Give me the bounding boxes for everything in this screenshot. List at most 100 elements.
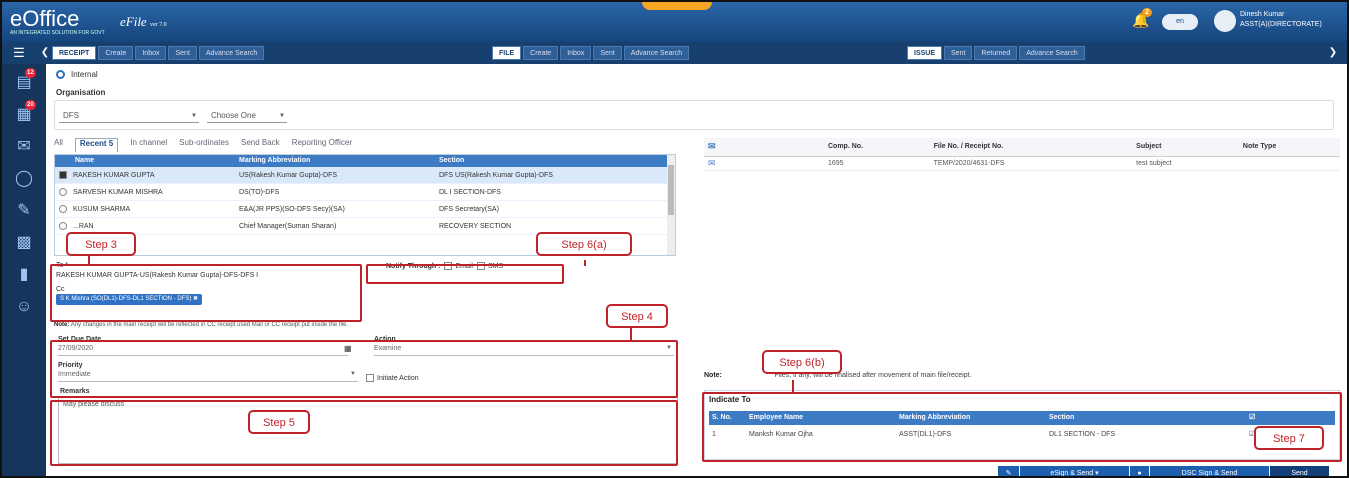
- step4-callout: Step 4: [606, 304, 668, 328]
- records-icon[interactable]: ▮: [13, 264, 35, 286]
- receipt-menu-icon[interactable]: ▤ 12: [13, 68, 36, 94]
- file-sent-link[interactable]: Sent: [593, 46, 622, 60]
- step4-connector: [630, 328, 632, 342]
- issue-returned-link[interactable]: Returned: [974, 46, 1018, 60]
- table-row[interactable]: ✉ 1695 TEMP/2020/4631-DFS test subject: [704, 156, 1340, 171]
- avatar[interactable]: [1214, 10, 1236, 32]
- tab-sub-ordinates[interactable]: Sub-ordinates: [179, 138, 229, 152]
- radio-icon[interactable]: [59, 171, 67, 179]
- col-section[interactable]: Section: [435, 155, 665, 167]
- receipt-nav-head[interactable]: RECEIPT: [52, 46, 97, 60]
- reports-icon[interactable]: ▩: [13, 232, 35, 254]
- file-nav: FILE Create Inbox Sent Advance Search: [492, 46, 690, 60]
- notification-count: 2: [1142, 8, 1152, 17]
- tab-in-channel[interactable]: In channel: [130, 138, 167, 152]
- radio-icon[interactable]: [59, 188, 67, 196]
- tab-send-back[interactable]: Send Back: [241, 138, 280, 152]
- row-name: RAKESH KUMAR GUPTA: [73, 171, 155, 179]
- step3-highlight: [50, 264, 362, 322]
- issue-nav-head[interactable]: ISSUE: [907, 46, 943, 60]
- dispatch-icon[interactable]: ✎: [13, 200, 35, 222]
- language-toggle[interactable]: en: [1162, 14, 1198, 30]
- col-subject[interactable]: Subject: [1132, 138, 1239, 157]
- radio-icon[interactable]: [59, 222, 67, 230]
- organisation-label: Organisation: [56, 88, 106, 97]
- tab-recent5[interactable]: Recent 5: [74, 138, 119, 152]
- logo-subtitle: AN INTEGRATED SOLUTION FOR GOVT: [10, 30, 105, 36]
- internal-radio-label: Internal: [71, 70, 98, 79]
- step6b-highlight: [702, 392, 1342, 462]
- hamburger-icon[interactable]: ☰: [10, 44, 28, 62]
- efile-logo: eFile ver 7.0: [120, 14, 167, 29]
- pen-icon[interactable]: ✎: [998, 466, 1020, 476]
- tab-all[interactable]: All: [54, 138, 63, 152]
- header-mail-icon[interactable]: ✉: [704, 138, 824, 157]
- file-menu-icon[interactable]: ▦ 20: [13, 100, 36, 126]
- step4-highlight: [50, 340, 678, 398]
- issue-sent-link[interactable]: Sent: [944, 46, 973, 60]
- grid-scrollbar[interactable]: [667, 155, 675, 255]
- users-icon[interactable]: ☺: [13, 296, 35, 318]
- app-frame: eOffice AN INTEGRATED SOLUTION FOR GOVT …: [0, 0, 1349, 478]
- user-designation: ASST(A)(DIRECTORATE): [1240, 21, 1322, 28]
- file-advance-search-link[interactable]: Advance Search: [623, 46, 690, 60]
- radio-icon[interactable]: [59, 205, 67, 213]
- internal-radio[interactable]: Internal: [56, 70, 98, 79]
- col-abbr[interactable]: Marking Abbreviation: [235, 155, 435, 167]
- send-button[interactable]: Send: [1270, 466, 1330, 476]
- row-section: DFS US(Rakesh Kumar Gupta)-DFS: [439, 172, 553, 179]
- top-bar: eOffice AN INTEGRATED SOLUTION FOR GOVT …: [2, 2, 1347, 42]
- row-abbr: US(Rakesh Kumar Gupta)-DFS: [239, 172, 338, 179]
- row-abbr: Chief Manager(Suman Sharan): [239, 223, 337, 230]
- col-name[interactable]: Name: [55, 155, 235, 167]
- col-note-type[interactable]: Note Type: [1238, 138, 1340, 157]
- step6b-connector: [792, 380, 794, 394]
- row-abbr: E&A(JR PPS)(SO-DFS Secy)(SA): [239, 206, 345, 213]
- issue-menu-icon[interactable]: ✉: [13, 136, 35, 158]
- sidebar: ▤ 12 ▦ 20 ✉ ◯ ✎ ▩ ▮ ☺: [2, 64, 46, 476]
- table-row[interactable]: SARVESH KUMAR MISHRA DS(TO)-DFS DL I SEC…: [55, 184, 675, 201]
- receipt-advance-search-link[interactable]: Advance Search: [198, 46, 265, 60]
- cell-note-type: [1238, 156, 1340, 171]
- row-abbr: DS(TO)-DFS: [239, 189, 280, 196]
- file-create-link[interactable]: Create: [523, 46, 559, 60]
- org-choose-select[interactable]: Choose One ▼: [207, 109, 287, 123]
- notification-bell-icon[interactable]: 🔔 2: [1132, 8, 1154, 32]
- user-info[interactable]: Dinesh Kumar ASST(A)(DIRECTORATE): [1240, 10, 1340, 30]
- step6b-callout: Step 6(b): [762, 350, 842, 374]
- issue-advance-search-link[interactable]: Advance Search: [1019, 46, 1085, 60]
- table-row[interactable]: KUSUM SHARMA E&A(JR PPS)(SO-DFS Secy)(SA…: [55, 201, 675, 218]
- row-section: DL I SECTION-DFS: [439, 189, 501, 196]
- grid-header: Name Marking Abbreviation Section: [55, 155, 675, 167]
- action-buttons: ✎ eSign & Send ▾ ● DSC Sign & Send Send: [998, 466, 1341, 476]
- receipt-sent-link[interactable]: Sent: [168, 46, 197, 60]
- row-name: KUSUM SHARMA: [73, 205, 131, 213]
- nav-bar: ☰ ❮ RECEIPT Create Inbox Sent Advance Se…: [2, 42, 1347, 64]
- receipt-inbox-link[interactable]: Inbox: [135, 46, 167, 60]
- recipient-tabs: All Recent 5 In channel Sub-ordinates Se…: [54, 138, 352, 152]
- org-select[interactable]: DFS ▼: [59, 109, 199, 123]
- step7-callout: Step 7: [1254, 426, 1324, 450]
- step5-highlight: [50, 400, 678, 466]
- receipt-create-link[interactable]: Create: [98, 46, 134, 60]
- table-row[interactable]: RAKESH KUMAR GUPTA US(Rakesh Kumar Gupta…: [55, 167, 675, 184]
- file-badge: 20: [25, 100, 36, 110]
- mail-icon[interactable]: ✉: [704, 156, 824, 171]
- eoffice-logo: eOffice: [10, 6, 80, 31]
- esign-send-button[interactable]: eSign & Send ▾: [1020, 466, 1130, 476]
- tab-reporting-officer[interactable]: Reporting Officer: [292, 138, 352, 152]
- dsc-sign-send-button[interactable]: DSC Sign & Send: [1150, 466, 1270, 476]
- receipt-nav: RECEIPT Create Inbox Sent Advance Search: [52, 46, 265, 60]
- organisation-row: DFS ▼ Choose One ▼: [54, 100, 1334, 130]
- file-nav-head[interactable]: FILE: [492, 46, 522, 60]
- col-comp-no[interactable]: Comp. No.: [824, 138, 930, 157]
- step5-callout: Step 5: [248, 410, 310, 434]
- row-name: SARVESH KUMAR MISHRA: [73, 188, 163, 196]
- file-inbox-link[interactable]: Inbox: [560, 46, 592, 60]
- dashboard-icon[interactable]: ◯: [13, 168, 35, 190]
- lock-icon[interactable]: ●: [1130, 466, 1150, 476]
- step6a-callout: Step 6(a): [536, 232, 632, 256]
- issue-nav: ISSUE Sent Returned Advance Search: [907, 46, 1085, 60]
- col-file-no[interactable]: File No. / Receipt No.: [929, 138, 1133, 157]
- forward-arrow-icon[interactable]: ❯: [1324, 44, 1342, 62]
